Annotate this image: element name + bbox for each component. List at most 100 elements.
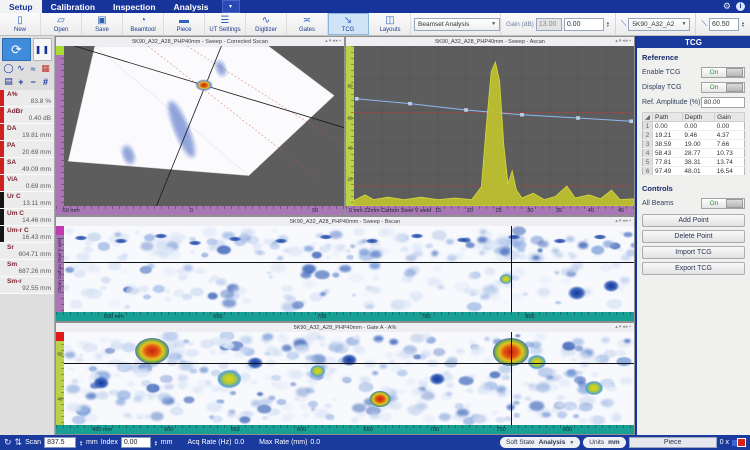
toolbar-button-digitizer[interactable]: ∿Digitizer [246, 13, 287, 35]
axis-tick: 15 [435, 208, 441, 214]
readout-pa[interactable]: PA20.69 mm [0, 141, 54, 158]
zoom-in-button[interactable]: + [15, 76, 26, 87]
cursor-vertical-line[interactable] [511, 332, 512, 425]
layouts-button[interactable]: ◫ Layouts [370, 13, 411, 35]
refresh-icon[interactable]: ↻ [4, 437, 12, 448]
cscan-x-ruler: 450 mm500550600650700750800 [56, 425, 634, 434]
tcg-table-row[interactable]: 338.5919.007.66 [643, 140, 745, 149]
display-status-icon[interactable] [732, 438, 746, 448]
tcg-table-row[interactable]: 219.219.464.37 [643, 131, 745, 140]
scan-spinner[interactable]: ▲▼ [79, 440, 83, 446]
bscan-plot[interactable] [64, 226, 634, 312]
speckle [393, 233, 408, 243]
tcg-table-row[interactable]: 458.4328.7710.73 [643, 149, 745, 158]
tcg-column-header-path[interactable]: Path [653, 113, 683, 122]
speckle [320, 292, 326, 296]
readout-adbr[interactable]: AdBr0.40 dB [0, 107, 54, 124]
toolbar-button-ut-settings[interactable]: ☰UT Settings [205, 13, 246, 35]
grid-tool-icon[interactable]: ▦ [40, 63, 51, 74]
import-tcg-button[interactable]: Import TCG [642, 246, 745, 259]
speckle [133, 396, 142, 402]
gain-spinner[interactable]: ▲▼ [606, 21, 610, 27]
readout-sm[interactable]: Sm687.26 mm [0, 260, 54, 277]
units-select[interactable]: Units mm [583, 437, 625, 448]
view-titlebar-icons[interactable]: ▴▾◂▸▪ [325, 38, 342, 44]
cursor-vertical-line[interactable] [511, 226, 512, 312]
sscan-plot[interactable] [64, 46, 344, 206]
tcg-column-header-gain[interactable]: Gain [715, 113, 745, 122]
zone-tool-icon[interactable]: ◯ [3, 63, 14, 74]
piece-button[interactable]: Piece [629, 437, 717, 448]
menu-tab-setup[interactable]: Setup [0, 0, 42, 13]
cursor-horizontal-line[interactable] [64, 262, 634, 263]
view-titlebar-icons[interactable]: ▴▾◂▸▪ [615, 324, 632, 330]
speckle [513, 343, 520, 347]
ref-amplitude-input[interactable]: 80.00 [701, 97, 745, 108]
indication-cold [430, 373, 446, 385]
speckle [617, 357, 632, 367]
display-tcg-toggle[interactable]: On [701, 82, 745, 93]
zoom-out-button[interactable]: − [28, 76, 39, 87]
speckle [302, 300, 306, 303]
toolbar-button-beamtool[interactable]: ◔Beamtool [123, 13, 164, 35]
menu-tab-analysis[interactable]: Analysis [165, 0, 218, 13]
readout-sa[interactable]: SA49.09 mm [0, 158, 54, 175]
tcg-table-row[interactable]: 697.4948.0116.54 [643, 167, 745, 176]
menu-tab-inspection[interactable]: Inspection [104, 0, 165, 13]
angle-spinner[interactable]: ▲▼ [741, 21, 745, 27]
menu-tab-calibration[interactable]: Calibration [42, 0, 104, 13]
speckle [624, 339, 630, 343]
index-position-input[interactable]: 0.00 [121, 437, 151, 448]
readout-a-[interactable]: A%83.8 % [0, 90, 54, 107]
toolbar-button-save[interactable]: ▣Save [82, 13, 123, 35]
readout-ur-c[interactable]: Ur C13.11 mm [0, 192, 54, 209]
readout-via[interactable]: ViA0.69 mm [0, 175, 54, 192]
pause-button[interactable]: ❚❚ [33, 38, 52, 61]
menu-overflow-button[interactable]: ▾ [222, 0, 240, 13]
tcg-table-row[interactable]: 577.8138.3113.74 [643, 158, 745, 167]
view-titlebar-icons[interactable]: ▴▾◂▸▪ [615, 218, 632, 224]
cscan-plot[interactable] [64, 332, 634, 425]
up-down-arrows-icon[interactable]: ⇅ [15, 437, 23, 448]
enable-tcg-toggle[interactable]: On [701, 67, 745, 78]
scan-position-input[interactable]: 837.5 [44, 437, 76, 448]
readout-sm-r[interactable]: Sm-r92.55 mm [0, 277, 54, 294]
ascan-plot[interactable] [354, 46, 634, 206]
readout-label: Ur C [7, 193, 51, 200]
angle-input[interactable]: 60.50 [709, 18, 739, 31]
sync-cursors-button[interactable]: ⟳ [2, 38, 31, 61]
ascan-tool-icon[interactable]: ∿ [15, 63, 26, 74]
toolbar-button-new[interactable]: ▯New [0, 13, 41, 35]
all-beams-toggle[interactable]: On [701, 198, 745, 209]
tcg-panel-header: TCG [637, 36, 750, 48]
delete-point-button[interactable]: Delete Point [642, 230, 745, 243]
grid-toggle-icon[interactable]: # [40, 76, 51, 87]
readout-um-r-c[interactable]: Um-r C16.43 mm [0, 226, 54, 243]
cursor-horizontal-line[interactable] [64, 363, 634, 364]
gear-icon[interactable]: ⚙ [723, 1, 731, 12]
toolbar-button-gates[interactable]: ≍Gates [287, 13, 328, 35]
export-tcg-button[interactable]: Export TCG [642, 262, 745, 275]
envelope-tool-icon[interactable]: ≈ [28, 63, 39, 74]
index-spinner[interactable]: ▲▼ [154, 440, 158, 446]
toolbar-button-open[interactable]: ▱Open [41, 13, 82, 35]
tcg-table-row[interactable]: 10.000.000.00 [643, 122, 745, 131]
speckle [507, 231, 512, 234]
layout-select[interactable]: Beamset Analysis ▼ [414, 18, 500, 31]
gain-input[interactable]: 0.00 [564, 18, 604, 31]
report-tool-icon[interactable]: ▤ [3, 76, 14, 87]
speckle [281, 345, 291, 352]
tcg-sort-icon[interactable]: ◢ [643, 113, 653, 122]
toolbar-button-tcg[interactable]: ↘TCG [328, 13, 369, 35]
readout-sr[interactable]: Sr604.71 mm [0, 243, 54, 260]
toolbar-button-piece[interactable]: ▬Piece [164, 13, 205, 35]
readout-um-c[interactable]: Um C14.46 mm [0, 209, 54, 226]
indication-mark [189, 241, 202, 246]
help-icon[interactable]: i [736, 2, 745, 11]
view-titlebar-icons[interactable]: ▴▾◂▸▪ [615, 38, 632, 44]
add-point-button[interactable]: Add Point [642, 214, 745, 227]
tcg-column-header-depth[interactable]: Depth [682, 113, 714, 122]
beam-select[interactable]: 5K90_A32_A2 ▼ [628, 18, 690, 31]
readout-da[interactable]: DA19.81 mm [0, 124, 54, 141]
soft-state-select[interactable]: Soft State Analysis ▼ [500, 437, 580, 448]
